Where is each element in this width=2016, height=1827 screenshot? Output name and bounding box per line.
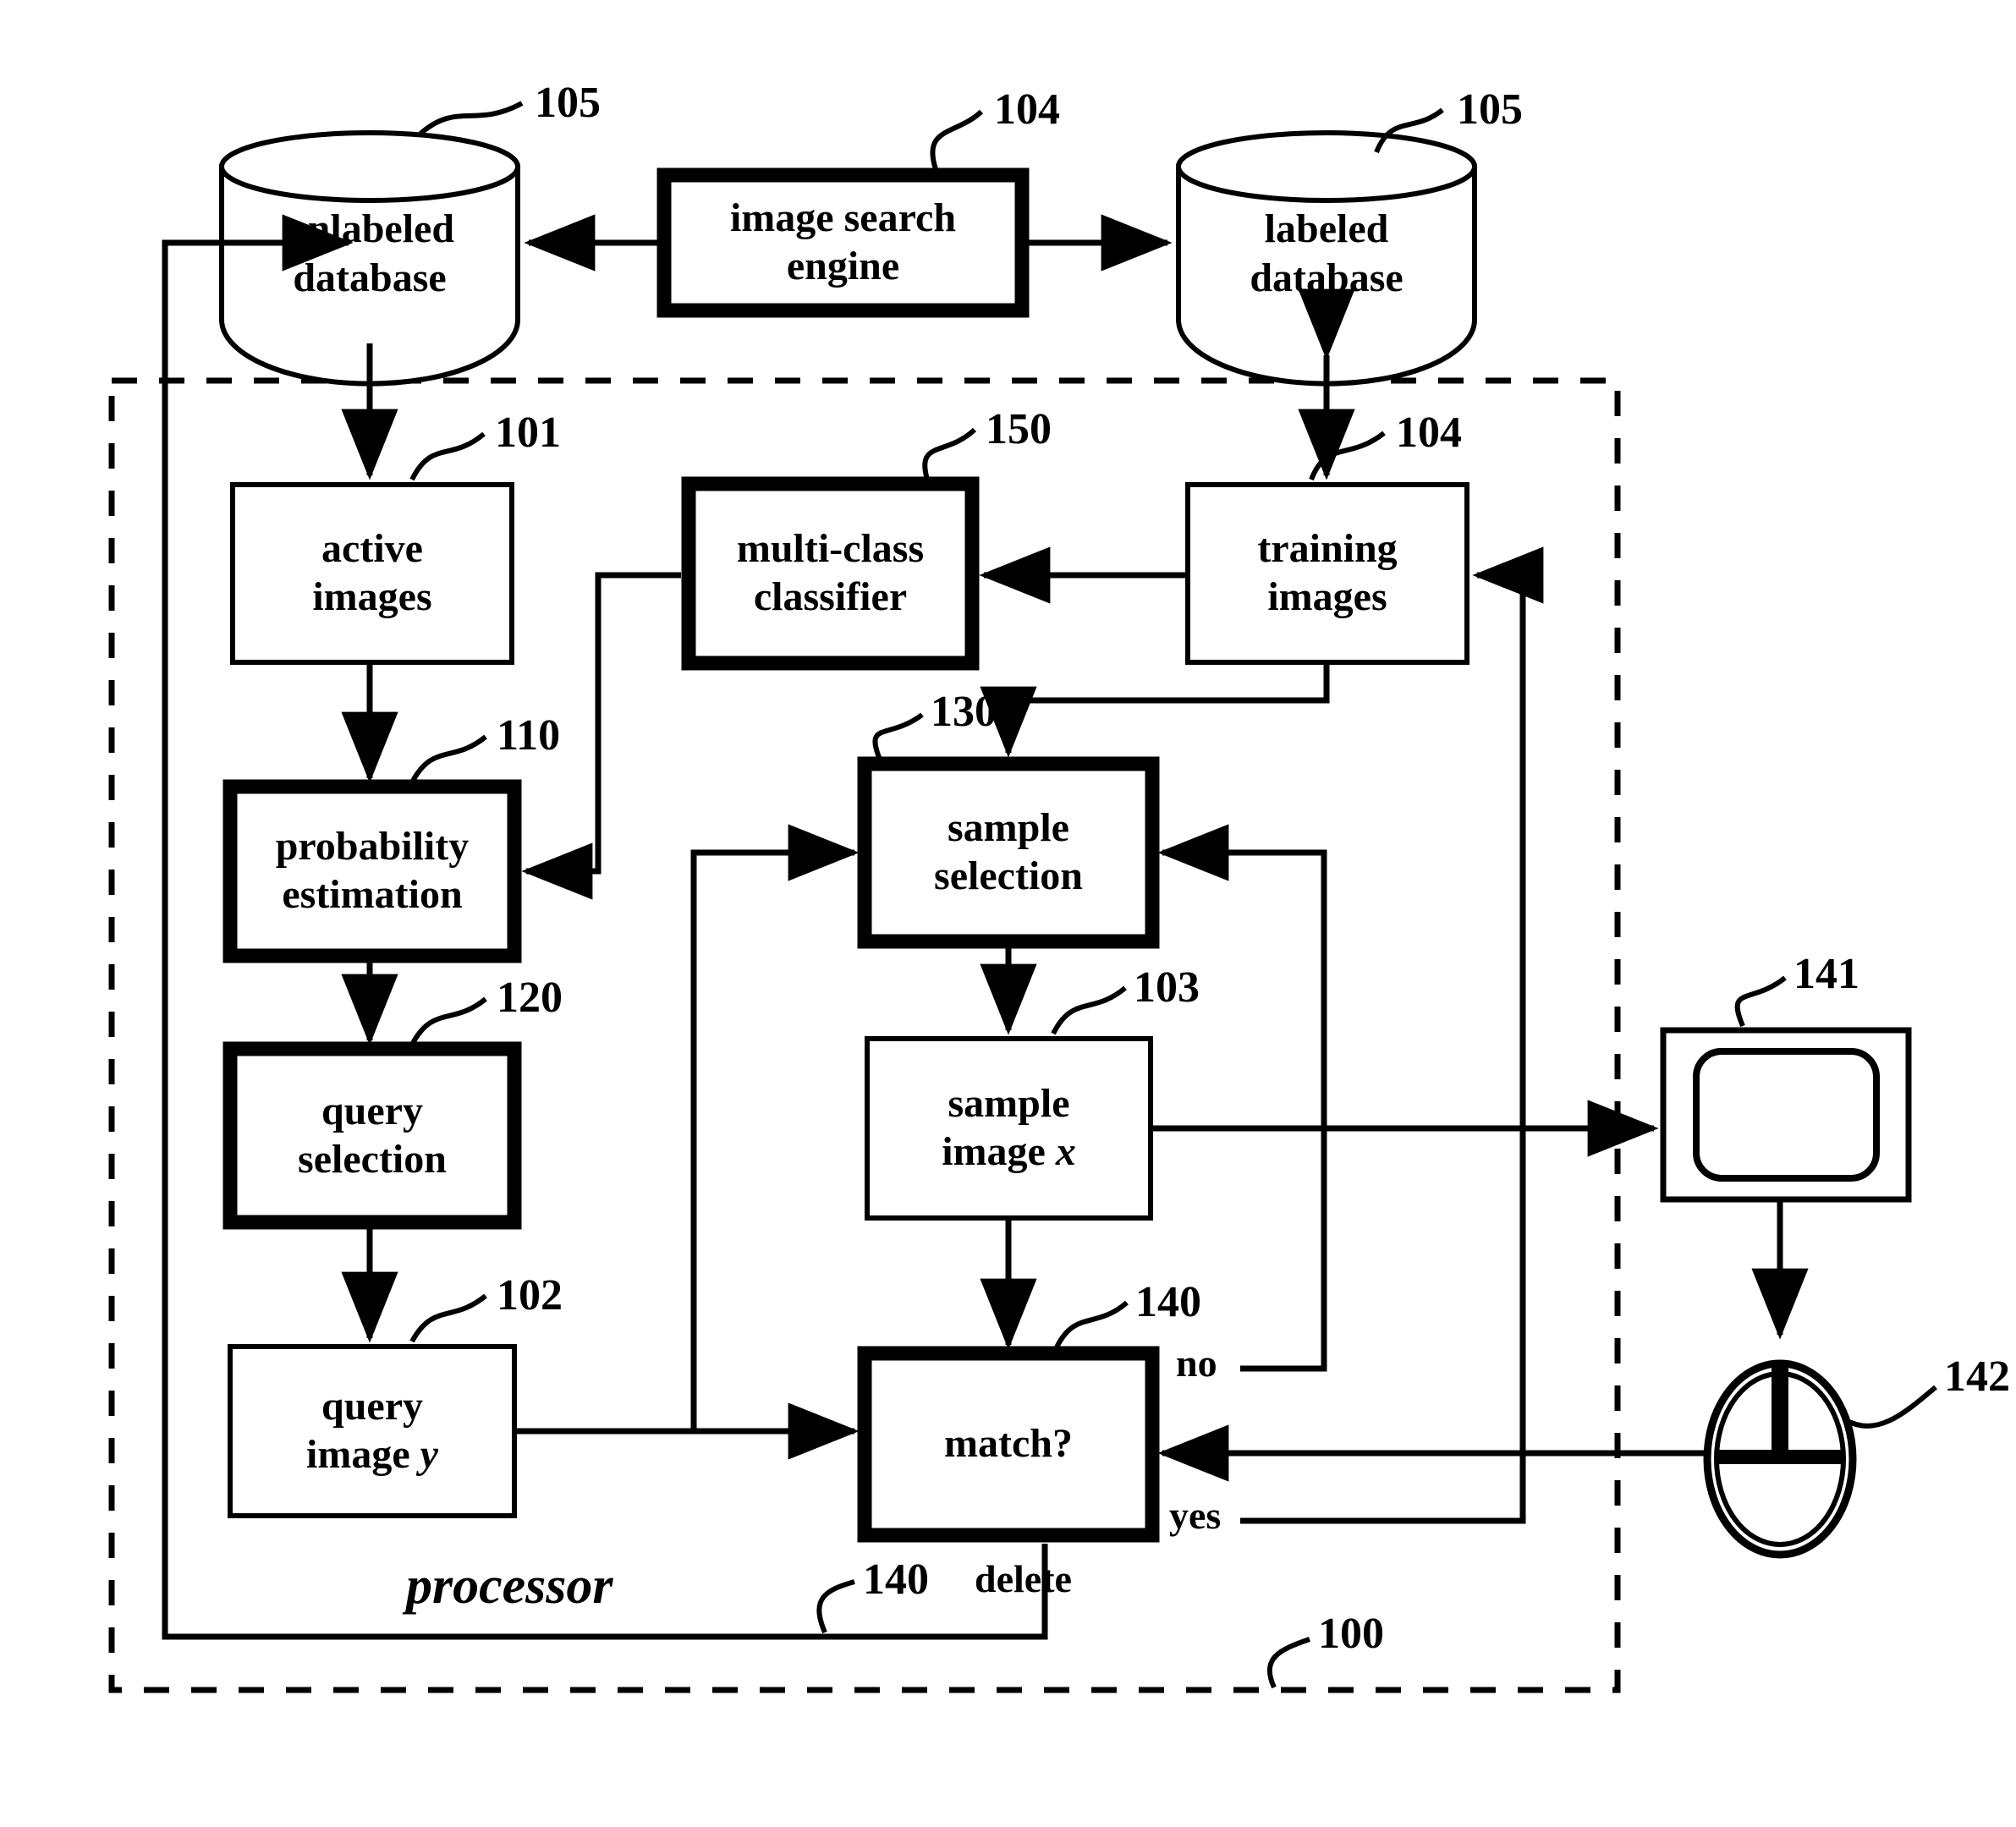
- query-image-y-box: [228, 1344, 517, 1518]
- edge-label-delete: delete: [975, 1557, 1072, 1600]
- refnum-unlabeled-database-105: 105: [535, 79, 601, 127]
- leader-sample-image-103: [1051, 985, 1127, 1035]
- leader-search-104: [930, 109, 984, 170]
- training-images-box: [1185, 482, 1469, 665]
- mouse-shape: [1703, 1359, 1857, 1559]
- processor-label: processor: [406, 1557, 613, 1615]
- leader-mouse-142: [1843, 1385, 1937, 1429]
- sample-selection-box: [857, 756, 1160, 949]
- leader-unlabeled-105: [419, 101, 524, 136]
- leader-display-141: [1734, 975, 1787, 1028]
- patent-figure: unlabeled database labeled database image …: [0, 0, 2016, 1827]
- refnum-delete-140: 140: [863, 1555, 929, 1604]
- edge-label-no: no: [1176, 1341, 1217, 1385]
- leader-probability-110: [409, 734, 487, 784]
- diagram-canvas: [108, 101, 1937, 1693]
- multi-class-classifier-box: [681, 476, 980, 671]
- refnum-training-images-104: 104: [1396, 409, 1462, 457]
- leader-system-100: [1266, 1637, 1310, 1689]
- leader-active-101: [409, 431, 486, 481]
- refnum-sample-image-x-103: 103: [1134, 963, 1200, 1012]
- refnum-query-image-y-102: 102: [497, 1271, 563, 1320]
- probability-estimation-box: [222, 779, 522, 963]
- refnum-query-selection-120: 120: [497, 974, 563, 1022]
- image-search-engine-box: [656, 167, 1030, 318]
- refnum-display-141: 141: [1794, 950, 1859, 998]
- labeled-database-shape: [1176, 130, 1477, 387]
- edge-training-to-sample-selection: [980, 662, 1330, 758]
- refnum-probability-estimation-110: 110: [497, 711, 561, 760]
- edge-query-image-to-sample-selection: [514, 824, 860, 1435]
- query-selection-box: [222, 1041, 522, 1230]
- leader-classifier-150: [922, 427, 977, 480]
- refnum-sample-selection-130: 130: [931, 688, 997, 736]
- refnum-image-search-engine-104: 104: [994, 85, 1060, 134]
- active-images-box: [230, 482, 514, 665]
- leader-training-104: [1309, 431, 1386, 481]
- leader-delete-140: [816, 1579, 855, 1634]
- leader-query-image-102: [409, 1293, 487, 1343]
- display-monitor-shape: [1660, 1027, 1912, 1203]
- sample-image-x-box: [865, 1036, 1153, 1221]
- leader-match-140: [1053, 1300, 1129, 1351]
- refnum-active-images-101: 101: [495, 409, 561, 457]
- edge-label-yes: yes: [1169, 1494, 1222, 1537]
- match-decision-box: [857, 1346, 1160, 1543]
- refnum-system-100: 100: [1318, 1610, 1384, 1658]
- refnum-match-140: 140: [1135, 1278, 1201, 1326]
- leader-query-selection-120: [409, 996, 487, 1046]
- refnum-mouse-142: 142: [1944, 1352, 2010, 1401]
- edge-match-yes-to-training: [1240, 546, 1544, 1524]
- refnum-labeled-database-105: 105: [1457, 85, 1523, 134]
- leader-sample-selection-130: [872, 712, 924, 761]
- refnum-multi-class-classifier-150: 150: [986, 405, 1052, 453]
